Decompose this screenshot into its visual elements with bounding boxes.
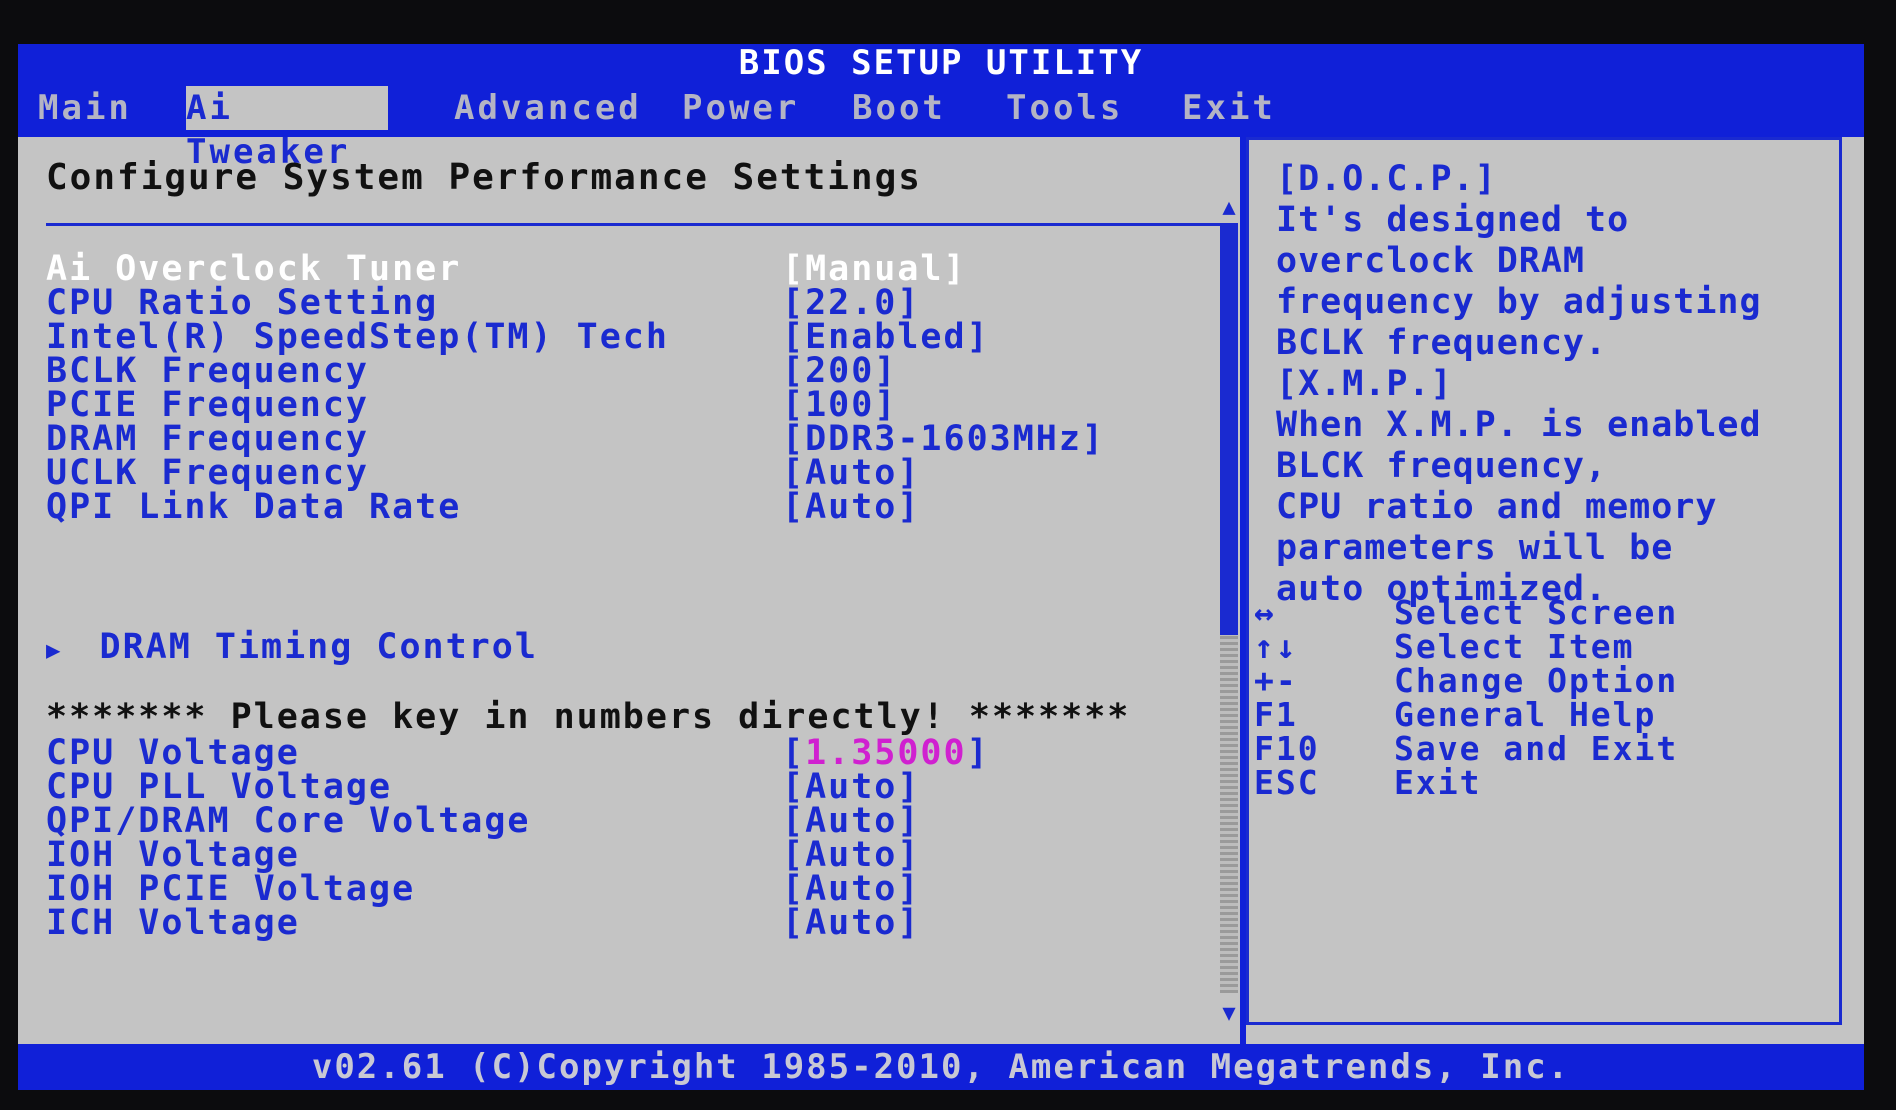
setting-label: QPI Link Data Rate <box>46 487 462 527</box>
scrollbar[interactable]: ▲ ▼ <box>1218 197 1240 1027</box>
submenu-label: DRAM Timing Control <box>99 627 538 667</box>
section-divider <box>46 223 1228 226</box>
setting-value[interactable]: [Auto] <box>782 487 920 527</box>
key-label: ESC <box>1254 763 1320 802</box>
submenu-arrow-icon: ▶ <box>46 636 63 664</box>
tab-power[interactable]: Power <box>682 86 802 130</box>
submenu-dram-timing-control[interactable]: ▶ DRAM Timing Control <box>46 627 538 667</box>
settings-panel: Configure System Performance Settings Ai… <box>18 137 1238 1044</box>
scroll-down-arrow-icon[interactable]: ▼ <box>1218 1003 1240 1025</box>
setting-value[interactable]: [Auto] <box>782 903 920 943</box>
tab-ai-tweaker[interactable]: Ai Tweaker <box>186 86 388 172</box>
tab-main[interactable]: Main <box>38 86 188 130</box>
key-hint-desc: Exit <box>1394 763 1482 802</box>
bios-screen: BIOS SETUP UTILITY Main Ai Tweaker Advan… <box>18 44 1864 1090</box>
scroll-thumb[interactable] <box>1220 223 1238 635</box>
bracket-close: ] <box>966 733 990 773</box>
help-panel: [D.O.C.P.] It's designed to overclock DR… <box>1246 137 1864 1044</box>
section-title: Configure System Performance Settings <box>46 157 922 198</box>
tab-advanced[interactable]: Advanced <box>454 86 639 130</box>
tab-boot[interactable]: Boot <box>852 86 952 130</box>
notice-text: ******* Please key in numbers directly! … <box>46 697 1131 737</box>
help-text: [D.O.C.P.] It's designed to overclock DR… <box>1276 159 1762 609</box>
copyright-footer: v02.61 (C)Copyright 1985-2010, American … <box>18 1044 1864 1090</box>
scroll-up-arrow-icon[interactable]: ▲ <box>1218 197 1240 219</box>
setting-label: ICH Voltage <box>46 903 300 943</box>
menu-bar: Main Ai Tweaker Advanced Power Boot Tool… <box>18 82 1864 172</box>
tab-exit[interactable]: Exit <box>1182 86 1273 130</box>
window-title: BIOS SETUP UTILITY <box>18 44 1864 82</box>
tab-tools[interactable]: Tools <box>1006 86 1126 130</box>
